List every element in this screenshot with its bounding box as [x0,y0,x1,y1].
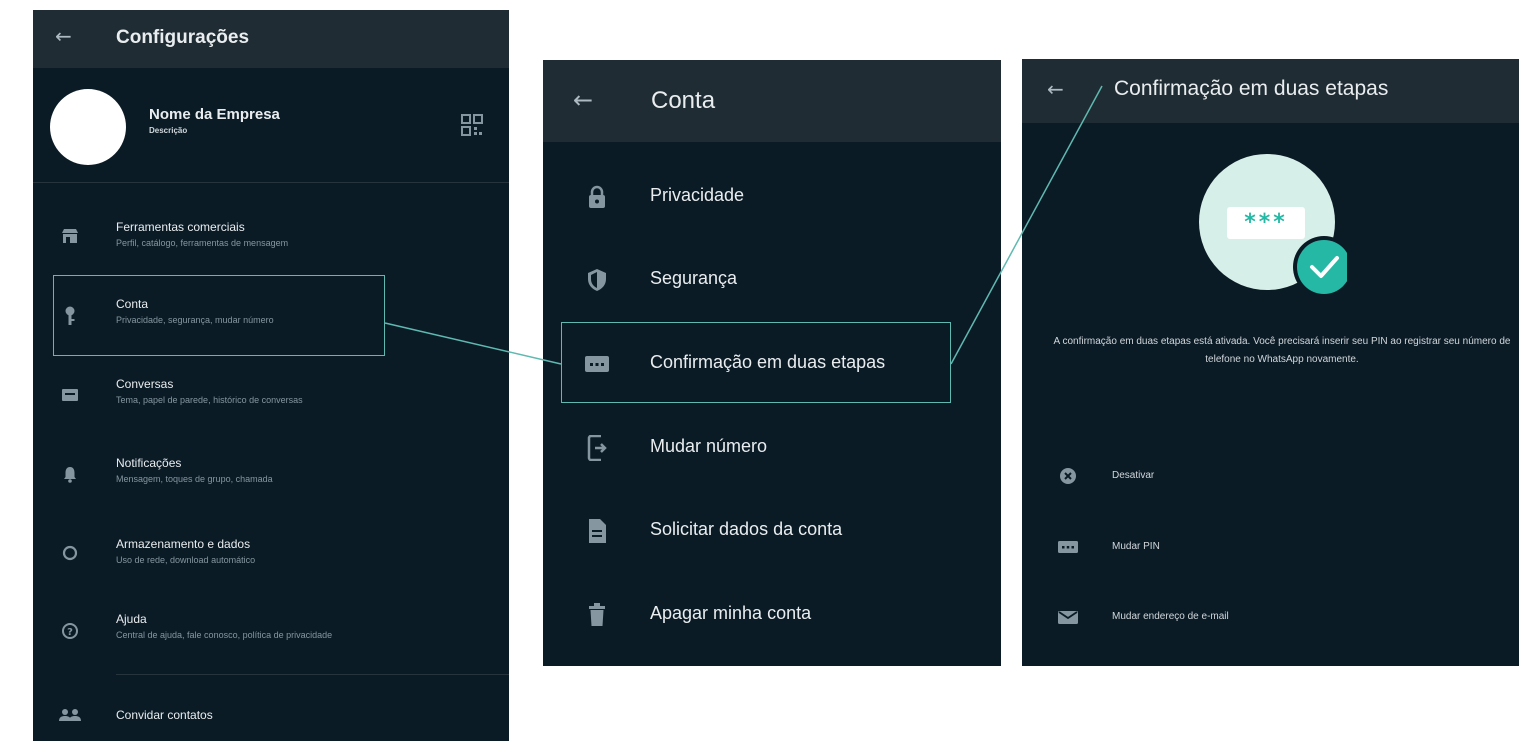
account-item-request-data[interactable]: Solicitar dados da conta [543,489,1001,573]
two-step-action-change-email[interactable]: Mudar endereço de e-mail [1022,587,1519,647]
settings-item-title: Notificações [116,456,182,470]
chat-icon [57,382,83,408]
account-item-label: Privacidade [650,185,745,205]
settings-item-subtitle: Central de ajuda, fale conosco, política… [116,630,333,640]
settings-title: Configurações [116,27,250,48]
invite-divider [116,674,509,675]
document-icon [583,517,611,545]
two-step-panel: ← Confirmação em duas etapas *** A confi… [1022,59,1519,666]
settings-item-help[interactable]: ? Ajuda Central de ajuda, fale conosco, … [33,600,509,660]
settings-item-subtitle: Uso de rede, download automático [116,555,256,565]
profile-description: Descrição [149,126,188,135]
two-step-action-disable[interactable]: Desativar [1022,446,1519,506]
profile-avatar[interactable] [50,89,126,165]
lock-icon [583,183,611,211]
account-item-label: Apagar minha conta [650,603,812,623]
account-item-security[interactable]: Segurança [543,238,1001,322]
account-item-privacy[interactable]: Privacidade [543,155,1001,239]
phone-change-icon [583,434,611,462]
store-icon [57,223,83,249]
trash-icon [583,601,611,629]
settings-item-title: Ferramentas comerciais [116,220,245,234]
back-arrow-icon[interactable]: ← [573,86,593,114]
settings-item-chats[interactable]: Conversas Tema, papel de parede, históri… [33,363,509,423]
highlight-account-item [53,275,385,356]
pin-mask: *** [1244,210,1288,235]
settings-item-storage[interactable]: Armazenamento e dados Uso de rede, downl… [33,521,509,581]
svg-text:?: ? [67,627,73,638]
settings-header: ← Configurações [33,10,509,68]
settings-item-title: Conversas [116,377,174,391]
settings-item-business-tools[interactable]: Ferramentas comerciais Perfil, catálogo,… [33,206,509,266]
two-step-action-label: Mudar endereço de e-mail [1112,611,1229,622]
mail-icon [1056,605,1080,629]
account-item-label: Segurança [650,268,738,288]
two-step-header: ← Confirmação em duas etapas [1022,59,1519,123]
settings-item-subtitle: Mensagem, toques de grupo, chamada [116,474,273,484]
help-icon: ? [57,618,83,644]
settings-item-title: Ajuda [116,612,147,626]
profile-divider [33,182,509,183]
account-header: ← Conta [543,60,1001,142]
storage-icon [57,540,83,566]
account-item-change-number[interactable]: Mudar número [543,406,1001,490]
two-step-description: A confirmação em duas etapas está ativad… [1053,336,1511,365]
account-item-label: Solicitar dados da conta [650,519,843,539]
account-item-delete[interactable]: Apagar minha conta [543,573,1001,657]
settings-item-invite[interactable]: Convidar contatos [33,686,509,741]
settings-item-subtitle: Perfil, catálogo, ferramentas de mensage… [116,238,289,248]
two-step-action-change-pin[interactable]: Mudar PIN [1022,517,1519,577]
settings-item-notifications[interactable]: Notificações Mensagem, toques de grupo, … [33,442,509,502]
people-icon [57,702,83,728]
settings-item-title: Convidar contatos [116,708,213,722]
back-arrow-icon[interactable]: ← [55,24,72,48]
close-circle-icon [1056,464,1080,488]
pin-illustration: *** [1197,152,1355,302]
profile-name[interactable]: Nome da Empresa [149,106,280,123]
account-item-label: Mudar número [650,436,768,456]
shield-icon [583,266,611,294]
settings-item-title: Armazenamento e dados [116,537,251,551]
settings-panel: ← Configurações Nome da Empresa Descriçã… [33,10,509,741]
two-step-action-label: Mudar PIN [1112,541,1160,552]
two-step-title: Confirmação em duas etapas [1114,77,1389,100]
bell-icon [57,461,83,487]
account-title: Conta [651,87,716,114]
highlight-two-step-item [561,322,951,403]
back-arrow-icon[interactable]: ← [1047,77,1064,101]
pin-dots-icon [1056,535,1080,559]
settings-item-subtitle: Tema, papel de parede, histórico de conv… [116,395,303,405]
two-step-action-label: Desativar [1112,470,1155,481]
qr-code-icon[interactable] [461,114,483,141]
